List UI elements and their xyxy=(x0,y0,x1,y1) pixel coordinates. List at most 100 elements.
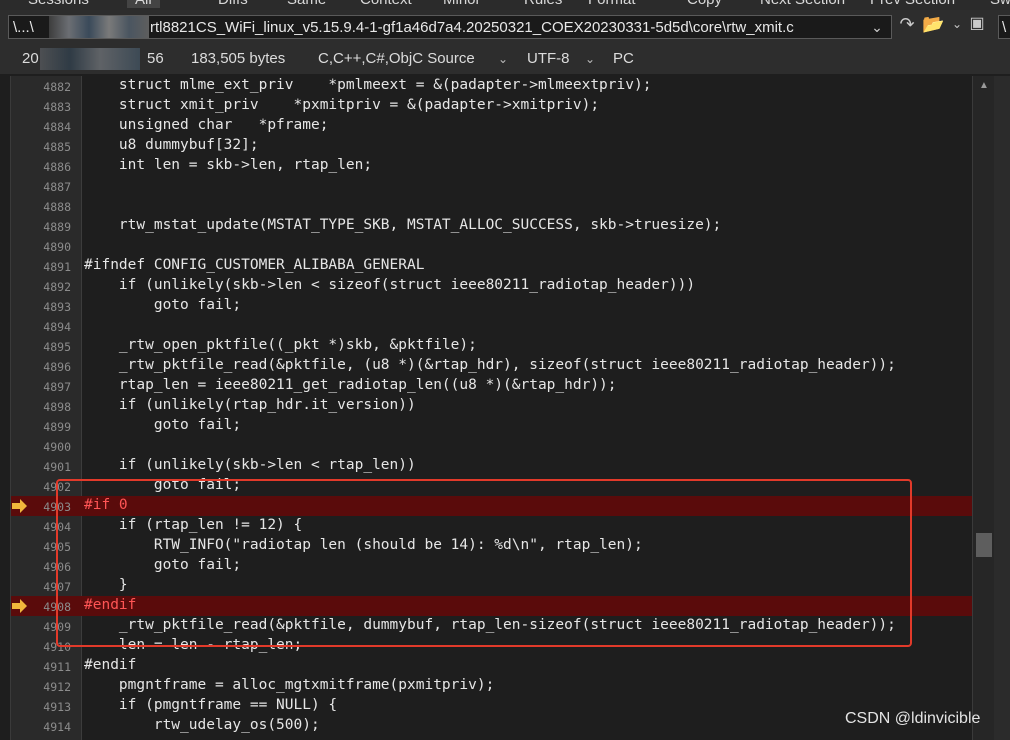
tab-format[interactable]: Format xyxy=(588,0,636,8)
right-path-text: \ xyxy=(1002,19,1007,36)
code-line[interactable]: 4903 #if 0 xyxy=(11,496,972,516)
tab-copy[interactable]: Copy xyxy=(687,0,722,8)
code-text: _rtw_open_pktfile((_pkt *)skb, &pktfile)… xyxy=(84,337,477,353)
line-number: 4901 xyxy=(43,460,71,474)
code-line[interactable]: 4907 } xyxy=(11,576,972,596)
code-text: goto fail; xyxy=(84,417,242,433)
code-line[interactable]: 4889 rtw_mstat_update(MSTAT_TYPE_SKB, MS… xyxy=(11,216,972,236)
code-editor[interactable]: 4882 struct mlme_ext_priv *pmlmeext = &(… xyxy=(10,76,972,740)
tab-all[interactable]: All xyxy=(127,0,160,8)
chevron-down-icon[interactable]: ⌄ xyxy=(585,52,595,66)
line-number: 4891 xyxy=(43,260,71,274)
line-number: 4906 xyxy=(43,560,71,574)
code-text: struct xmit_priv *pxmitpriv = &(padapter… xyxy=(84,97,600,113)
language-select[interactable]: C,C++,C#,ObjC Source xyxy=(318,50,475,67)
folder-open-icon[interactable]: 📂 xyxy=(922,13,944,35)
tab-context[interactable]: Context xyxy=(360,0,412,8)
code-line[interactable]: 4892 if (unlikely(skb->len < sizeof(stru… xyxy=(11,276,972,296)
bookmark-arrow-icon[interactable] xyxy=(12,599,28,613)
code-line[interactable]: 4896 _rtw_pktfile_read(&pktfile, (u8 *)(… xyxy=(11,356,972,376)
code-line[interactable]: 4911 #endif xyxy=(11,656,972,676)
line-number: 4904 xyxy=(43,520,71,534)
chevron-down-icon[interactable]: ⌄ xyxy=(946,13,968,35)
tab-sw[interactable]: Sw xyxy=(990,0,1010,8)
code-line[interactable]: 4910 len = len - rtap_len; xyxy=(11,636,972,656)
arrow-return-icon[interactable]: ↷ xyxy=(896,13,918,35)
scroll-thumb[interactable] xyxy=(976,533,992,557)
scroll-up-arrow-icon[interactable]: ▲ xyxy=(973,76,995,96)
tab-rules[interactable]: Rules xyxy=(524,0,562,8)
tab-prev-section[interactable]: Prev Section xyxy=(870,0,955,8)
code-line[interactable]: 4885 u8 dummybuf[32]; xyxy=(11,136,972,156)
line-number: 4900 xyxy=(43,440,71,454)
line-number: 4892 xyxy=(43,280,71,294)
code-line[interactable]: 4883 struct xmit_priv *pxmitpriv = &(pad… xyxy=(11,96,972,116)
line-number: 4910 xyxy=(43,640,71,654)
line-number: 4902 xyxy=(43,480,71,494)
tab-same[interactable]: Same xyxy=(287,0,326,8)
line-number: 4912 xyxy=(43,680,71,694)
code-text: if (unlikely(skb->len < rtap_len)) xyxy=(84,457,416,473)
code-line[interactable]: 4884 unsigned char *pframe; xyxy=(11,116,972,136)
line-number: 4907 xyxy=(43,580,71,594)
vertical-scrollbar[interactable]: ▲ xyxy=(972,76,994,740)
chevron-down-icon[interactable]: ⌄ xyxy=(867,16,887,38)
code-text: #if 0 xyxy=(84,497,128,513)
code-line[interactable]: 4906 goto fail; xyxy=(11,556,972,576)
code-line[interactable]: 4898 if (unlikely(rtap_hdr.it_version)) xyxy=(11,396,972,416)
file-path-input[interactable]: \...\ rtl8821CS_WiFi_linux_v5.15.9.4-1-g… xyxy=(8,15,892,39)
code-text: pmgntframe = alloc_mgtxmitframe(pxmitpri… xyxy=(84,677,495,693)
line-ending-select[interactable]: PC xyxy=(613,50,634,67)
code-text: u8 dummybuf[32]; xyxy=(84,137,259,153)
bookmark-arrow-icon[interactable] xyxy=(12,499,28,513)
code-text: #endif xyxy=(84,657,137,673)
code-line[interactable]: 4909 _rtw_pktfile_read(&pktfile, dummybu… xyxy=(11,616,972,636)
code-line[interactable]: 4913 if (pmgntframe == NULL) { xyxy=(11,696,972,716)
code-line[interactable]: 4900 xyxy=(11,436,972,456)
line-number: 4895 xyxy=(43,340,71,354)
line-number: 4884 xyxy=(43,120,71,134)
code-line[interactable]: 4904 if (rtap_len != 12) { xyxy=(11,516,972,536)
code-text: _rtw_pktfile_read(&pktfile, (u8 *)(&rtap… xyxy=(84,357,896,373)
toolbar-tabs: Sessions All Diffs Same Context Minor Ru… xyxy=(0,0,1010,10)
code-text: } xyxy=(84,577,128,593)
redacted-block xyxy=(49,16,149,38)
line-number: 4898 xyxy=(43,400,71,414)
code-text: #ifndef CONFIG_CUSTOMER_ALIBABA_GENERAL xyxy=(84,257,425,273)
code-text: if (pmgntframe == NULL) { xyxy=(84,697,338,713)
code-line[interactable]: 4905 RTW_INFO("radiotap len (should be 1… xyxy=(11,536,972,556)
code-line[interactable]: 4894 xyxy=(11,316,972,336)
code-line[interactable]: 4888 xyxy=(11,196,972,216)
code-line[interactable]: 4890 xyxy=(11,236,972,256)
code-line[interactable]: 4901 if (unlikely(skb->len < rtap_len)) xyxy=(11,456,972,476)
code-line[interactable]: 4912 pmgntframe = alloc_mgtxmitframe(pxm… xyxy=(11,676,972,696)
code-line[interactable]: 4893 goto fail; xyxy=(11,296,972,316)
right-file-path-input[interactable]: \ xyxy=(998,15,1010,39)
line-number: 4889 xyxy=(43,220,71,234)
line-number: 4905 xyxy=(43,540,71,554)
code-line[interactable]: 4886 int len = skb->len, rtap_len; xyxy=(11,156,972,176)
code-text: unsigned char *pframe; xyxy=(84,117,329,133)
tab-next-section[interactable]: Next Section xyxy=(760,0,845,8)
line-number: 4883 xyxy=(43,100,71,114)
code-line[interactable]: 4899 goto fail; xyxy=(11,416,972,436)
code-text: if (unlikely(rtap_hdr.it_version)) xyxy=(84,397,416,413)
code-line[interactable]: 4908 #endif xyxy=(11,596,972,616)
tab-minor[interactable]: Minor xyxy=(443,0,481,8)
code-line[interactable]: 4902 goto fail; xyxy=(11,476,972,496)
code-line[interactable]: 4891 #ifndef CONFIG_CUSTOMER_ALIBABA_GENE… xyxy=(11,256,972,276)
code-line[interactable]: 4895 _rtw_open_pktfile((_pkt *)skb, &pkt… xyxy=(11,336,972,356)
tab-sessions[interactable]: Sessions xyxy=(28,0,89,8)
line-number: 4913 xyxy=(43,700,71,714)
code-text: if (rtap_len != 12) { xyxy=(84,517,303,533)
code-line[interactable]: 4887 xyxy=(11,176,972,196)
code-line[interactable]: 4914 rtw_udelay_os(500); xyxy=(11,716,972,736)
encoding-select[interactable]: UTF-8 xyxy=(527,50,570,67)
save-icon[interactable]: ▣ xyxy=(966,13,988,35)
date-prefix: 20 xyxy=(22,50,39,67)
code-line[interactable]: 4897 rtap_len = ieee80211_get_radiotap_l… xyxy=(11,376,972,396)
chevron-down-icon[interactable]: ⌄ xyxy=(498,52,508,66)
code-text: rtap_len = ieee80211_get_radiotap_len((u… xyxy=(84,377,617,393)
tab-diffs[interactable]: Diffs xyxy=(218,0,248,8)
code-line[interactable]: 4882 struct mlme_ext_priv *pmlmeext = &(… xyxy=(11,76,972,96)
